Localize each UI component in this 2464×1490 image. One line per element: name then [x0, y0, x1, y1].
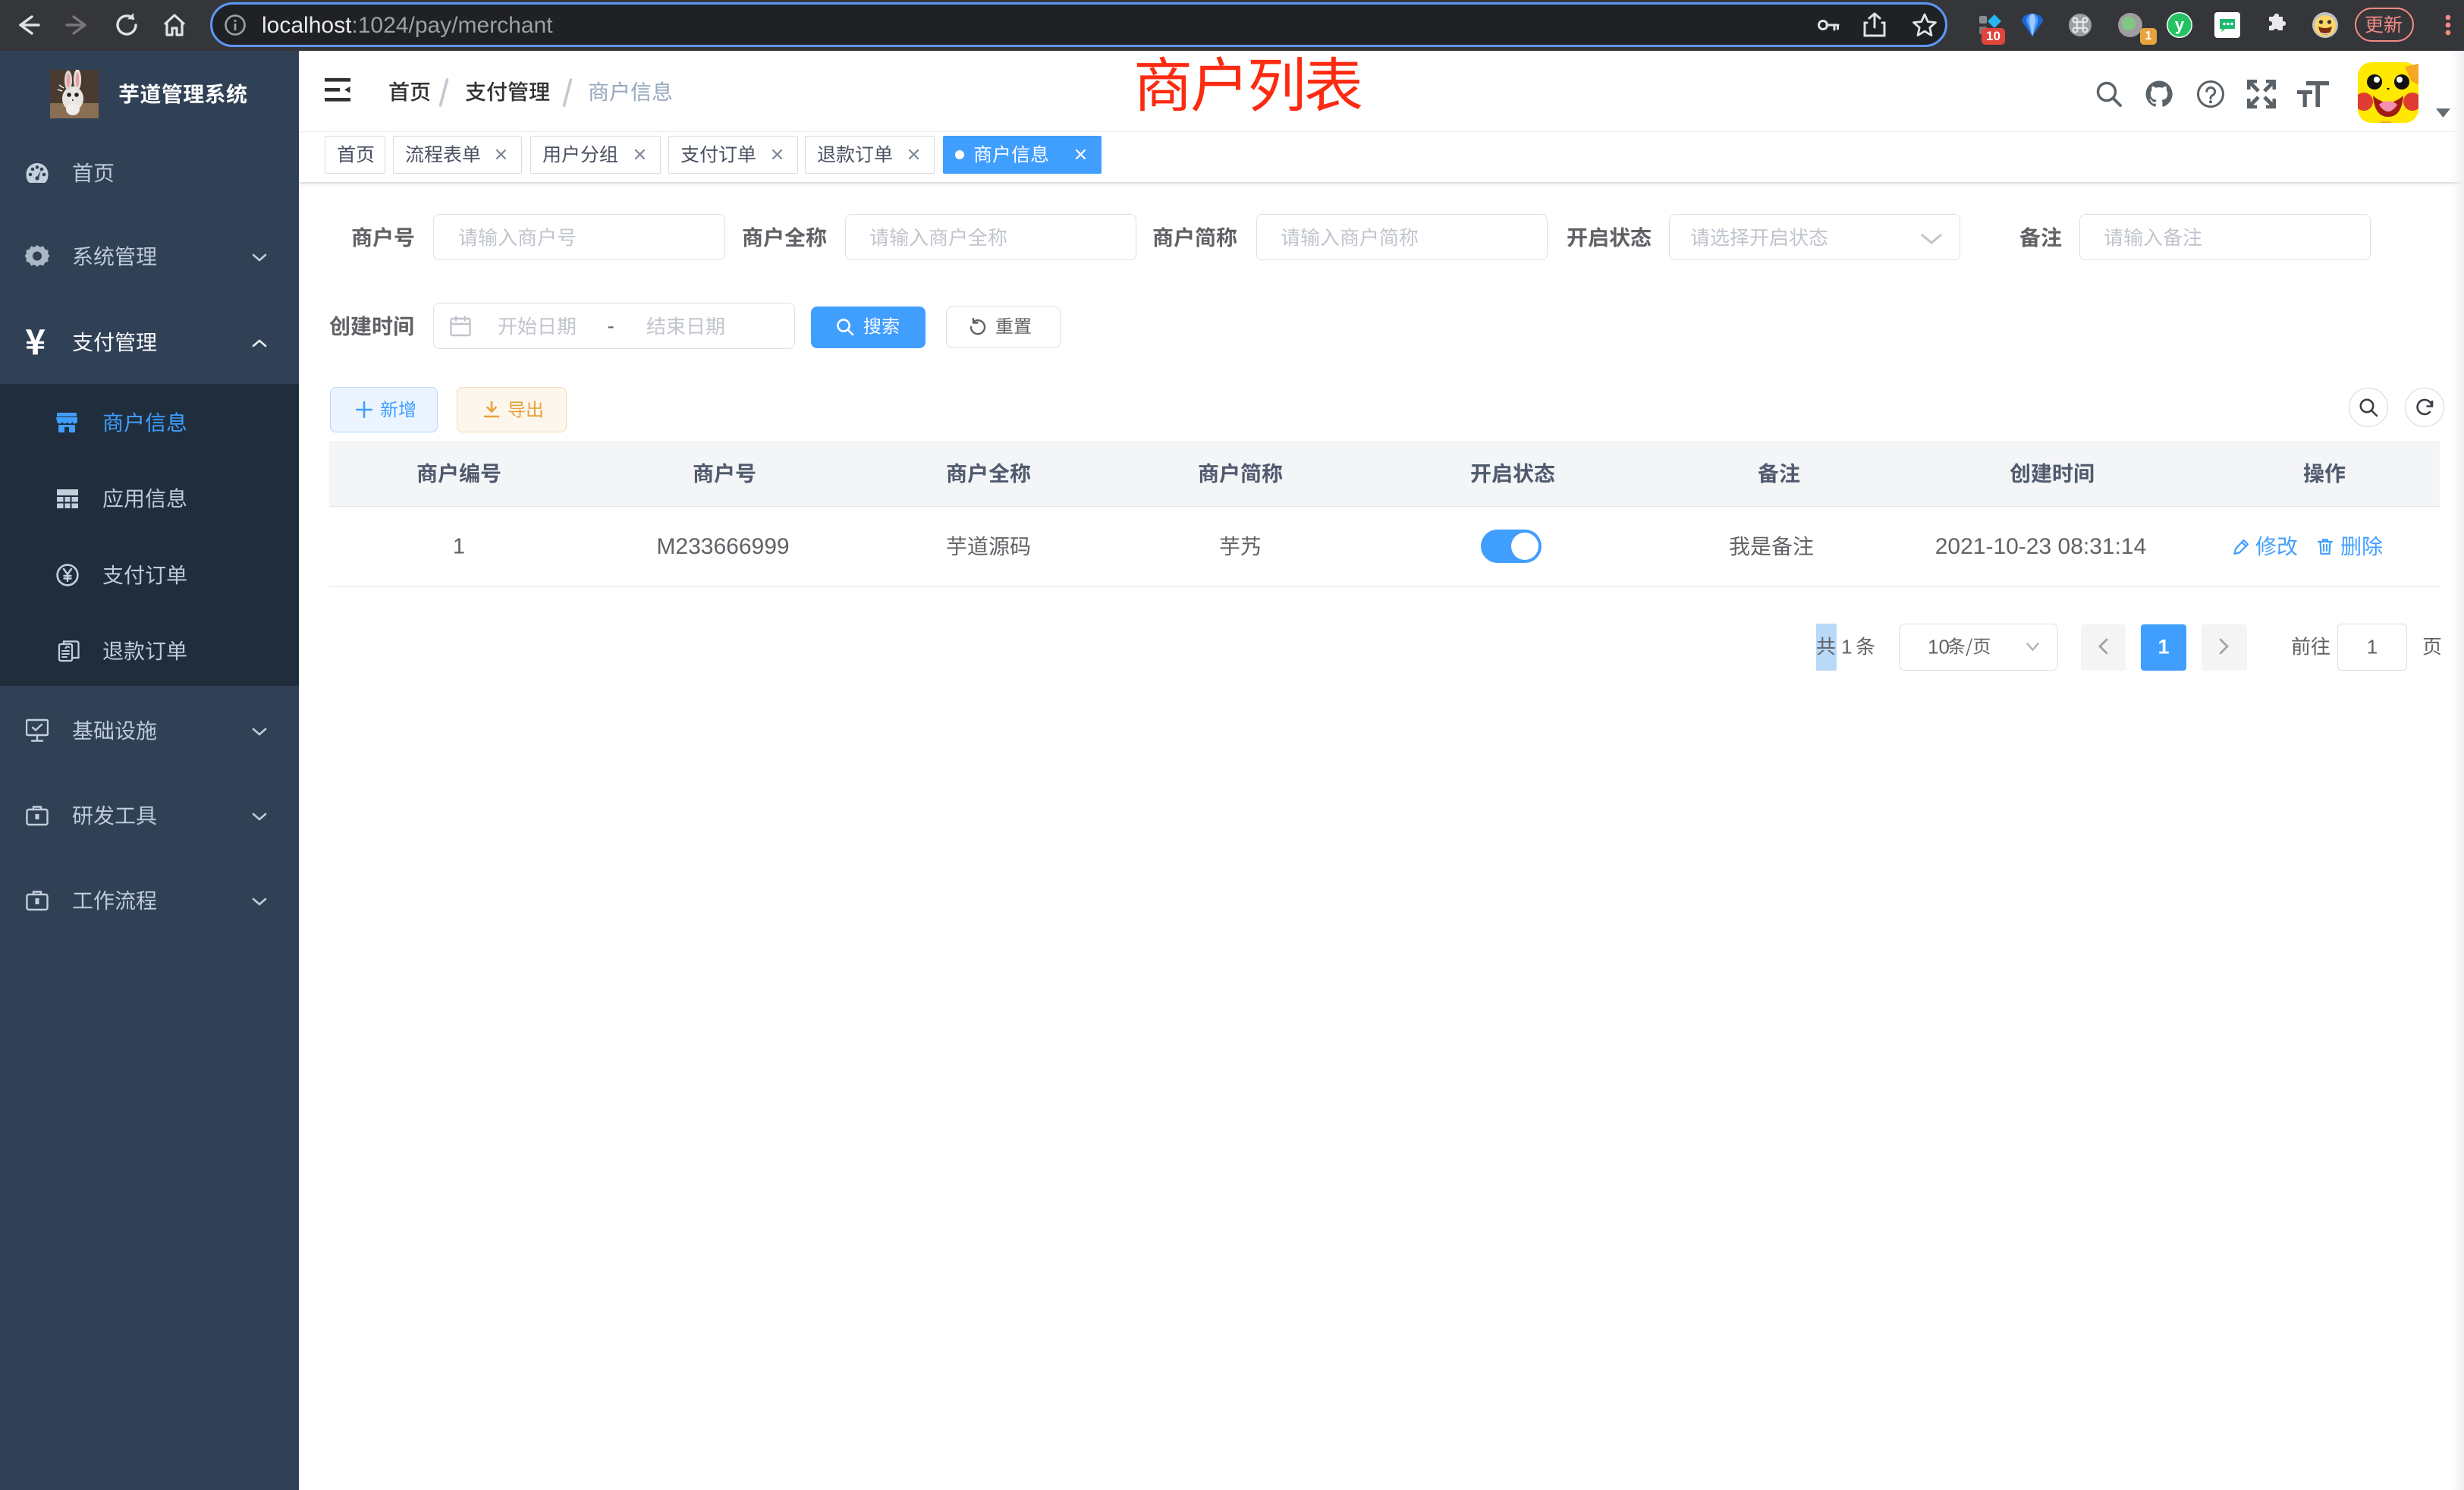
svg-text:y: y	[2175, 15, 2185, 34]
